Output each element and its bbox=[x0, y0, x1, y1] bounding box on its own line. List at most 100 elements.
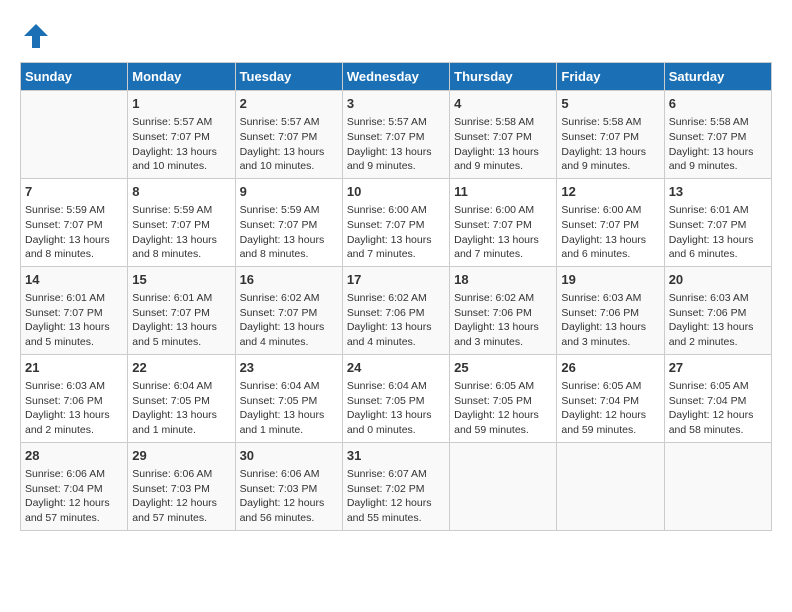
calendar-table: SundayMondayTuesdayWednesdayThursdayFrid… bbox=[20, 62, 772, 531]
day-info: Sunrise: 5:57 AMSunset: 7:07 PMDaylight:… bbox=[240, 115, 338, 174]
day-number: 19 bbox=[561, 271, 659, 289]
day-info: Sunrise: 6:06 AMSunset: 7:04 PMDaylight:… bbox=[25, 467, 123, 526]
calendar-body: 1 Sunrise: 5:57 AMSunset: 7:07 PMDaylight… bbox=[21, 91, 772, 531]
day-cell bbox=[21, 91, 128, 179]
header-day-saturday: Saturday bbox=[664, 63, 771, 91]
day-info: Sunrise: 5:59 AMSunset: 7:07 PMDaylight:… bbox=[25, 203, 123, 262]
day-info: Sunrise: 6:02 AMSunset: 7:07 PMDaylight:… bbox=[240, 291, 338, 350]
week-row-4: 21 Sunrise: 6:03 AMSunset: 7:06 PMDayligh… bbox=[21, 354, 772, 442]
day-number: 12 bbox=[561, 183, 659, 201]
day-number: 28 bbox=[25, 447, 123, 465]
day-cell: 7 Sunrise: 5:59 AMSunset: 7:07 PMDaylight… bbox=[21, 178, 128, 266]
day-number: 3 bbox=[347, 95, 445, 113]
header-day-thursday: Thursday bbox=[450, 63, 557, 91]
day-info: Sunrise: 6:02 AMSunset: 7:06 PMDaylight:… bbox=[454, 291, 552, 350]
day-cell: 29 Sunrise: 6:06 AMSunset: 7:03 PMDayligh… bbox=[128, 442, 235, 530]
day-number: 15 bbox=[132, 271, 230, 289]
day-number: 25 bbox=[454, 359, 552, 377]
day-info: Sunrise: 5:57 AMSunset: 7:07 PMDaylight:… bbox=[132, 115, 230, 174]
day-info: Sunrise: 6:00 AMSunset: 7:07 PMDaylight:… bbox=[454, 203, 552, 262]
day-number: 7 bbox=[25, 183, 123, 201]
day-info: Sunrise: 6:04 AMSunset: 7:05 PMDaylight:… bbox=[240, 379, 338, 438]
day-info: Sunrise: 6:04 AMSunset: 7:05 PMDaylight:… bbox=[347, 379, 445, 438]
day-info: Sunrise: 6:05 AMSunset: 7:05 PMDaylight:… bbox=[454, 379, 552, 438]
header-row: SundayMondayTuesdayWednesdayThursdayFrid… bbox=[21, 63, 772, 91]
day-info: Sunrise: 6:01 AMSunset: 7:07 PMDaylight:… bbox=[25, 291, 123, 350]
day-number: 9 bbox=[240, 183, 338, 201]
day-cell: 28 Sunrise: 6:06 AMSunset: 7:04 PMDayligh… bbox=[21, 442, 128, 530]
day-info: Sunrise: 6:01 AMSunset: 7:07 PMDaylight:… bbox=[132, 291, 230, 350]
day-info: Sunrise: 5:58 AMSunset: 7:07 PMDaylight:… bbox=[669, 115, 767, 174]
day-info: Sunrise: 6:06 AMSunset: 7:03 PMDaylight:… bbox=[240, 467, 338, 526]
day-cell: 12 Sunrise: 6:00 AMSunset: 7:07 PMDayligh… bbox=[557, 178, 664, 266]
week-row-2: 7 Sunrise: 5:59 AMSunset: 7:07 PMDaylight… bbox=[21, 178, 772, 266]
day-cell: 11 Sunrise: 6:00 AMSunset: 7:07 PMDayligh… bbox=[450, 178, 557, 266]
header-day-tuesday: Tuesday bbox=[235, 63, 342, 91]
day-number: 23 bbox=[240, 359, 338, 377]
day-cell: 30 Sunrise: 6:06 AMSunset: 7:03 PMDayligh… bbox=[235, 442, 342, 530]
day-info: Sunrise: 6:00 AMSunset: 7:07 PMDaylight:… bbox=[561, 203, 659, 262]
day-info: Sunrise: 6:00 AMSunset: 7:07 PMDaylight:… bbox=[347, 203, 445, 262]
day-cell: 15 Sunrise: 6:01 AMSunset: 7:07 PMDayligh… bbox=[128, 266, 235, 354]
day-cell: 1 Sunrise: 5:57 AMSunset: 7:07 PMDaylight… bbox=[128, 91, 235, 179]
day-cell bbox=[664, 442, 771, 530]
day-cell: 16 Sunrise: 6:02 AMSunset: 7:07 PMDayligh… bbox=[235, 266, 342, 354]
day-number: 6 bbox=[669, 95, 767, 113]
day-cell: 3Sunrise: 5:57 AMSunset: 7:07 PMDaylight… bbox=[342, 91, 449, 179]
day-info: Sunrise: 6:03 AMSunset: 7:06 PMDaylight:… bbox=[561, 291, 659, 350]
logo bbox=[20, 20, 56, 52]
day-cell: 13 Sunrise: 6:01 AMSunset: 7:07 PMDayligh… bbox=[664, 178, 771, 266]
day-cell: 2 Sunrise: 5:57 AMSunset: 7:07 PMDaylight… bbox=[235, 91, 342, 179]
day-number: 2 bbox=[240, 95, 338, 113]
day-info: Sunrise: 6:01 AMSunset: 7:07 PMDaylight:… bbox=[669, 203, 767, 262]
day-number: 8 bbox=[132, 183, 230, 201]
day-info: Sunrise: 6:03 AMSunset: 7:06 PMDaylight:… bbox=[669, 291, 767, 350]
day-number: 21 bbox=[25, 359, 123, 377]
day-info: Sunrise: 5:59 AMSunset: 7:07 PMDaylight:… bbox=[240, 203, 338, 262]
day-cell: 31 Sunrise: 6:07 AMSunset: 7:02 PMDayligh… bbox=[342, 442, 449, 530]
day-number: 20 bbox=[669, 271, 767, 289]
day-cell: 23 Sunrise: 6:04 AMSunset: 7:05 PMDayligh… bbox=[235, 354, 342, 442]
day-number: 1 bbox=[132, 95, 230, 113]
day-cell: 5 Sunrise: 5:58 AMSunset: 7:07 PMDaylight… bbox=[557, 91, 664, 179]
day-info: Sunrise: 6:05 AMSunset: 7:04 PMDaylight:… bbox=[561, 379, 659, 438]
day-cell: 26 Sunrise: 6:05 AMSunset: 7:04 PMDayligh… bbox=[557, 354, 664, 442]
day-number: 13 bbox=[669, 183, 767, 201]
logo-icon bbox=[20, 20, 52, 52]
day-cell: 18 Sunrise: 6:02 AMSunset: 7:06 PMDayligh… bbox=[450, 266, 557, 354]
day-cell bbox=[557, 442, 664, 530]
day-info: Sunrise: 6:02 AMSunset: 7:06 PMDaylight:… bbox=[347, 291, 445, 350]
day-info: Sunrise: 6:03 AMSunset: 7:06 PMDaylight:… bbox=[25, 379, 123, 438]
day-cell: 14Sunrise: 6:01 AMSunset: 7:07 PMDayligh… bbox=[21, 266, 128, 354]
header-day-sunday: Sunday bbox=[21, 63, 128, 91]
week-row-1: 1 Sunrise: 5:57 AMSunset: 7:07 PMDaylight… bbox=[21, 91, 772, 179]
header-day-monday: Monday bbox=[128, 63, 235, 91]
day-number: 30 bbox=[240, 447, 338, 465]
day-number: 24 bbox=[347, 359, 445, 377]
day-number: 16 bbox=[240, 271, 338, 289]
day-cell: 4Sunrise: 5:58 AMSunset: 7:07 PMDaylight… bbox=[450, 91, 557, 179]
day-cell: 22Sunrise: 6:04 AMSunset: 7:05 PMDayligh… bbox=[128, 354, 235, 442]
day-number: 10 bbox=[347, 183, 445, 201]
day-cell: 10 Sunrise: 6:00 AMSunset: 7:07 PMDayligh… bbox=[342, 178, 449, 266]
calendar-header: SundayMondayTuesdayWednesdayThursdayFrid… bbox=[21, 63, 772, 91]
day-info: Sunrise: 6:05 AMSunset: 7:04 PMDaylight:… bbox=[669, 379, 767, 438]
day-number: 26 bbox=[561, 359, 659, 377]
day-info: Sunrise: 6:07 AMSunset: 7:02 PMDaylight:… bbox=[347, 467, 445, 526]
day-number: 27 bbox=[669, 359, 767, 377]
day-number: 11 bbox=[454, 183, 552, 201]
header-day-wednesday: Wednesday bbox=[342, 63, 449, 91]
day-cell bbox=[450, 442, 557, 530]
day-cell: 17 Sunrise: 6:02 AMSunset: 7:06 PMDayligh… bbox=[342, 266, 449, 354]
day-number: 5 bbox=[561, 95, 659, 113]
day-info: Sunrise: 6:06 AMSunset: 7:03 PMDaylight:… bbox=[132, 467, 230, 526]
day-number: 18 bbox=[454, 271, 552, 289]
day-number: 29 bbox=[132, 447, 230, 465]
day-info: Sunrise: 5:58 AMSunset: 7:07 PMDaylight:… bbox=[561, 115, 659, 174]
day-cell: 6 Sunrise: 5:58 AMSunset: 7:07 PMDaylight… bbox=[664, 91, 771, 179]
day-number: 31 bbox=[347, 447, 445, 465]
day-number: 17 bbox=[347, 271, 445, 289]
header-day-friday: Friday bbox=[557, 63, 664, 91]
day-info: Sunrise: 5:59 AMSunset: 7:07 PMDaylight:… bbox=[132, 203, 230, 262]
week-row-3: 14Sunrise: 6:01 AMSunset: 7:07 PMDayligh… bbox=[21, 266, 772, 354]
